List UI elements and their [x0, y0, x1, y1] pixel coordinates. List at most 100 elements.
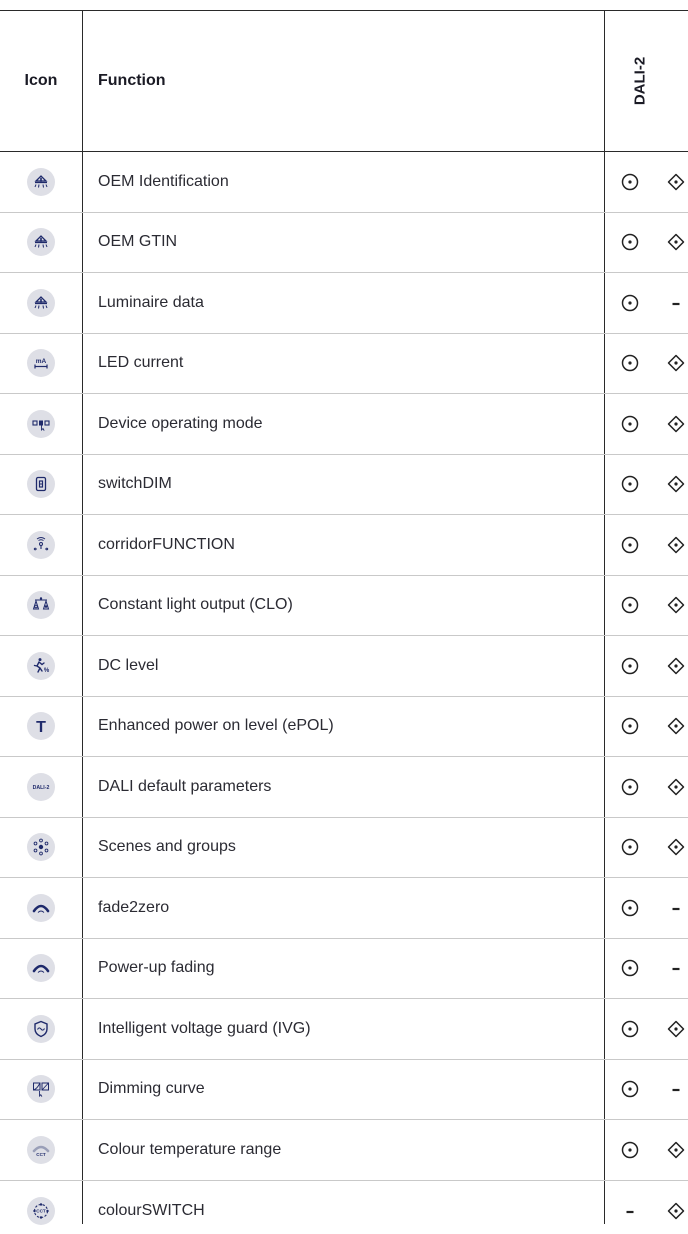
table-row: Constant light output (CLO) [0, 576, 688, 636]
dash-icon [661, 939, 688, 999]
icon-cell [0, 576, 82, 636]
function-label: colourSWITCH [98, 1201, 205, 1219]
circle-dot-icon [615, 757, 645, 817]
svg-text:CCT: CCT [36, 1208, 46, 1213]
dash-icon [661, 878, 688, 938]
icon-cell: CCT [0, 1120, 82, 1180]
icon-cell [0, 939, 82, 999]
diamond-dot-icon [661, 515, 688, 575]
header-function-label: Function [98, 72, 166, 89]
table-row: Luminaire data [0, 273, 688, 334]
table-row: switchDIM [0, 455, 688, 515]
circle-dot-icon [615, 1120, 645, 1180]
table-row: Power-up fading [0, 939, 688, 999]
function-label: DALI default parameters [98, 777, 272, 795]
circle-dot-icon [615, 394, 645, 454]
function-label: OEM GTIN [98, 233, 178, 251]
function-label: DC level [98, 656, 159, 674]
luminaire-info-icon [27, 288, 55, 317]
constant-light-icon [27, 591, 55, 620]
dash-icon [661, 1060, 688, 1120]
diamond-dot-icon [661, 818, 688, 878]
circle-dot-icon [615, 273, 645, 333]
led-current-icon: mA [27, 349, 55, 378]
icon-cell [0, 1060, 82, 1120]
diamond-dot-icon [661, 334, 688, 394]
icon-cell: DALI-2 [0, 757, 82, 817]
table-row: Device operating mode [0, 394, 688, 455]
svg-text:CCT: CCT [36, 1152, 46, 1157]
dimming-curve-icon [27, 1075, 55, 1104]
svg-text:%: % [44, 668, 50, 674]
icon-cell [0, 152, 82, 212]
header-icon-label: Icon [24, 72, 58, 89]
feature-table: Icon Function DALI-2 OEM Identification O… [0, 0, 688, 1234]
function-label: OEM Identification [98, 172, 229, 190]
cct-range-icon: CCT [27, 1135, 55, 1164]
function-label: Enhanced power on level (ePOL) [98, 717, 334, 735]
dash-icon [661, 273, 688, 333]
icon-cell [0, 273, 82, 333]
table-row: fade2zero [0, 878, 688, 939]
icon-cell: mA [0, 334, 82, 394]
circle-dot-icon [615, 334, 645, 394]
circle-dot-icon [615, 697, 645, 757]
circle-dot-icon [615, 152, 645, 212]
icon-cell [0, 999, 82, 1059]
circle-dot-icon [615, 1060, 645, 1120]
table-row: CCT Colour temperature range [0, 1120, 688, 1181]
cct-switch-icon: CCT [27, 1196, 55, 1225]
switch-icon [27, 470, 55, 499]
svg-text:mA: mA [36, 358, 47, 365]
function-label: Dimming curve [98, 1080, 205, 1098]
function-label: Intelligent voltage guard (IVG) [98, 1019, 311, 1037]
function-label: Scenes and groups [98, 838, 236, 856]
fade-arc-icon [27, 893, 55, 922]
scenes-groups-icon [27, 833, 55, 862]
table-body: OEM Identification OEM GTIN Luminaire data… [0, 152, 688, 1234]
fade-arc-icon [27, 954, 55, 983]
function-label: LED current [98, 354, 184, 372]
table-row: T Enhanced power on level (ePOL) [0, 697, 688, 757]
function-label: Luminaire data [98, 293, 204, 311]
function-label: Power-up fading [98, 959, 215, 977]
diamond-dot-icon [661, 636, 688, 696]
table-row: Dimming curve [0, 1060, 688, 1120]
icon-cell: CCT [0, 1181, 82, 1234]
diamond-dot-icon [661, 1120, 688, 1180]
luminaire-info-icon [27, 167, 55, 196]
icon-cell: % [0, 636, 82, 696]
power-on-level-icon: T [27, 712, 55, 741]
table-row: Intelligent voltage guard (IVG) [0, 999, 688, 1060]
function-label: Constant light output (CLO) [98, 596, 293, 614]
function-label: corridorFUNCTION [98, 535, 235, 553]
icon-cell: T [0, 697, 82, 757]
dali-defaults-icon: DALI-2 [27, 772, 55, 801]
circle-dot-icon [615, 939, 645, 999]
diamond-dot-icon [661, 394, 688, 454]
circle-dot-icon [615, 818, 645, 878]
dc-level-icon: % [27, 651, 55, 680]
corridor-sensor-icon [27, 530, 55, 559]
function-label: fade2zero [98, 898, 170, 916]
table-row: corridorFUNCTION [0, 515, 688, 576]
icon-cell [0, 455, 82, 515]
diamond-dot-icon [661, 576, 688, 636]
luminaire-info-icon [27, 228, 55, 257]
circle-dot-icon [615, 515, 645, 575]
circle-dot-icon [615, 213, 645, 273]
function-label: switchDIM [98, 475, 172, 493]
icon-cell [0, 818, 82, 878]
svg-text:T: T [36, 719, 46, 736]
icon-cell [0, 213, 82, 273]
diamond-dot-icon [661, 697, 688, 757]
icon-cell [0, 515, 82, 575]
table-header: Icon Function DALI-2 [0, 11, 688, 152]
diamond-dot-icon [661, 757, 688, 817]
table-row: OEM GTIN [0, 213, 688, 273]
circle-dot-icon [615, 878, 645, 938]
icon-cell [0, 394, 82, 454]
diamond-dot-icon [661, 1181, 688, 1234]
function-label: Colour temperature range [98, 1140, 282, 1158]
diamond-dot-icon [661, 999, 688, 1059]
